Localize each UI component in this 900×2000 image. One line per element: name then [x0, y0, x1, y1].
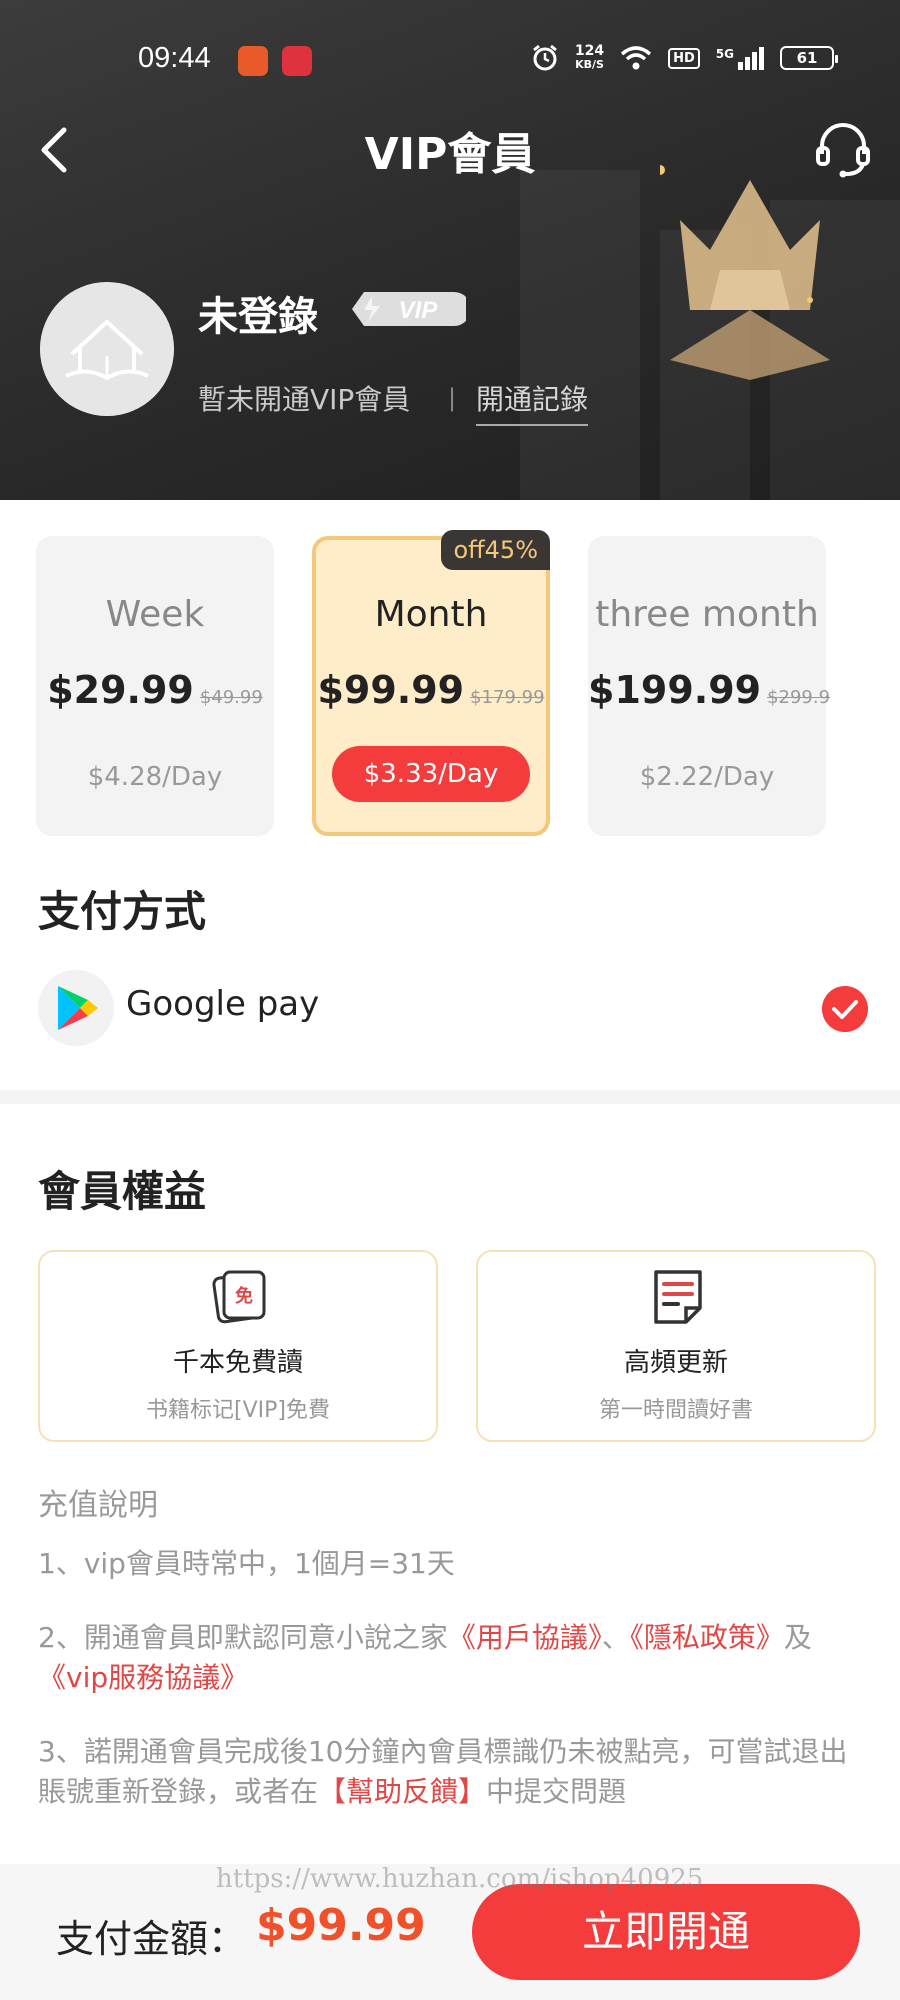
plan-name: three month: [595, 594, 819, 635]
plan-original-price: $49.99: [199, 687, 263, 708]
help-feedback-link[interactable]: 【幫助反饋】: [318, 1775, 486, 1808]
plan-name: Week: [105, 594, 205, 635]
vip-status-text: 暫未開通VIP會員: [198, 383, 411, 416]
benefit-card-free-read: 免 千本免費讀 书籍标记[VIP]免費: [38, 1250, 438, 1442]
pay-amount-label: 支付金額：: [56, 1917, 247, 1961]
vip-header: 09:44 124 KB/S HD 5G 61 VIP會員 未登錄 VIP 暫未…: [0, 0, 900, 500]
background-building: [520, 170, 640, 500]
app-notification-icon: [238, 46, 268, 76]
privacy-policy-link[interactable]: 《隱私政策》: [630, 1621, 784, 1654]
plans-section: Week $29.99 $49.99 $4.28/Day off45% Month…: [0, 500, 900, 1090]
vip-service-agreement-link[interactable]: 《vip服務協議》: [38, 1661, 248, 1694]
plan-price-row: $29.99 $49.99: [36, 668, 274, 712]
alarm-icon: [532, 44, 557, 71]
note-item-3: 3、諾開通會員完成後10分鐘內會員標識仍未被點亮，可嘗試退出賬號重新登錄，或者在…: [38, 1735, 848, 1808]
status-time: 09:44: [138, 42, 211, 74]
open-vip-button[interactable]: 立即開通: [472, 1884, 860, 1980]
signal-icon: 5G: [716, 46, 764, 70]
plan-original-price: $179.99: [470, 687, 545, 708]
payment-option-google-pay[interactable]: Google pay: [38, 970, 868, 1050]
app-notification-icon: [282, 46, 312, 76]
benefit-subtitle: 书籍标记[VIP]免費: [146, 1398, 330, 1423]
update-icon: [654, 1270, 702, 1324]
status-bar: 09:44 124 KB/S HD 5G 61: [0, 40, 900, 80]
plan-price: $99.99: [317, 668, 465, 712]
svg-text:VIP: VIP: [399, 297, 439, 324]
vip-badge: VIP: [352, 292, 466, 326]
benefit-title: 高頻更新: [623, 1348, 728, 1378]
wifi-icon: [620, 46, 652, 70]
user-agreement-link[interactable]: 《用戶協議》: [448, 1621, 602, 1654]
plan-price: $29.99: [47, 668, 194, 712]
plan-per-day: $2.22/Day: [639, 762, 775, 792]
plan-card-month[interactable]: off45% Month $99.99 $179.99 $3.33/Day: [312, 530, 550, 836]
payment-method-name: Google pay: [126, 984, 320, 1024]
plan-price-row: $199.99 $299.9: [588, 668, 830, 712]
note-item-1: 1、vip會員時常中，1個月=31天: [38, 1547, 455, 1580]
plan-card-three-month[interactable]: three month $199.99 $299.9 $2.22/Day: [588, 536, 830, 836]
user-name[interactable]: 未登錄: [198, 284, 318, 342]
benefit-subtitle: 第一時間讀好書: [598, 1398, 753, 1423]
svg-text:免: 免: [235, 1285, 253, 1307]
plan-name: Month: [374, 594, 488, 635]
battery-icon: 61: [780, 46, 838, 70]
benefit-title: 千本免費讀: [172, 1348, 303, 1378]
plan-price-row: $99.99 $179.99: [316, 668, 546, 712]
google-play-icon: [38, 970, 114, 1046]
recharge-notes-title: 充值說明: [38, 1488, 158, 1523]
note-item-2: 2、開通會員即默認同意小說之家《用戶協議》、《隱私政策》及《vip服務協議》: [38, 1621, 812, 1694]
benefits-section-title: 會員權益: [38, 1167, 207, 1216]
free-read-icon: 免: [212, 1270, 266, 1324]
plan-original-price: $299.9: [767, 687, 831, 708]
avatar[interactable]: [40, 282, 174, 416]
divider: |: [448, 384, 457, 412]
discount-tag: off45%: [441, 530, 550, 570]
vip-crown-decoration-icon: [660, 165, 830, 380]
plan-price: $199.99: [588, 668, 762, 712]
plan-card-week[interactable]: Week $29.99 $49.99 $4.28/Day: [36, 536, 274, 836]
watermark: https://www.huzhan.com/ishop40925: [216, 1864, 704, 1894]
check-icon[interactable]: [822, 986, 868, 1032]
status-icons: 124 KB/S HD 5G 61: [531, 43, 838, 72]
benefit-card-frequent-update: 高頻更新 第一時間讀好書: [476, 1250, 876, 1442]
net-speed: 124 KB/S: [574, 43, 605, 71]
open-record-link[interactable]: 開通記錄: [476, 378, 589, 426]
benefits-section: 會員權益 免 千本免費讀 书籍标记[VIP]免費 高頻更新 第一時間讀好書 充值…: [0, 1104, 900, 1864]
plan-per-day: $4.28/Day: [87, 762, 223, 792]
hd-icon: HD: [668, 47, 700, 69]
payment-section-title: 支付方式: [38, 887, 207, 936]
pay-amount-value: $99.99: [256, 1900, 426, 1951]
plan-per-day: $3.33/Day: [332, 746, 530, 802]
payment-footer: 支付金額： $99.99 立即開通 https://www.huzhan.com…: [0, 1864, 900, 2000]
